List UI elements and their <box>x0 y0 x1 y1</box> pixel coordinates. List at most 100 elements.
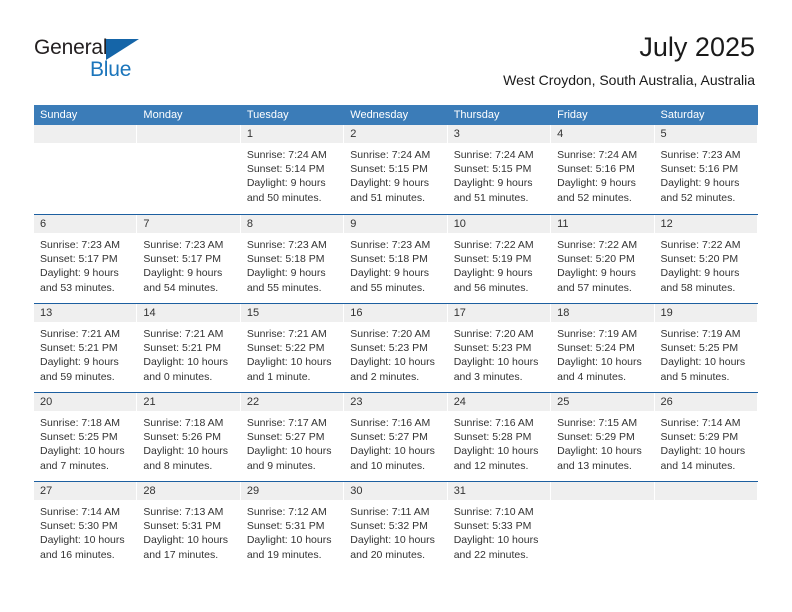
sunrise-text: Sunrise: 7:22 AM <box>453 239 534 251</box>
weekday-header-monday: Monday <box>143 109 183 121</box>
calendar-day-cell[interactable]: 6 Sunrise: 7:23 AM Sunset: 5:17 PM Daylight… <box>34 215 138 303</box>
calendar-day-cell[interactable]: 28 Sunrise: 7:13 AM Sunset: 5:31 PM Dayligh… <box>137 482 241 570</box>
daylight-text: Daylight: 10 hours and 10 minutes. <box>350 445 435 472</box>
calendar-day-cell[interactable]: 25 Sunrise: 7:15 AM Sunset: 5:29 PM Dayligh… <box>551 393 655 481</box>
daylight-text: Daylight: 9 hours and 52 minutes. <box>660 177 740 204</box>
day-number-band <box>137 125 241 143</box>
calendar-day-cell[interactable]: 1 Sunrise: 7:24 AM Sunset: 5:14 PM Daylight… <box>240 125 345 214</box>
day-number: 19 <box>660 307 673 319</box>
calendar-day-cell[interactable]: 26 Sunrise: 7:14 AM Sunset: 5:29 PM Dayligh… <box>654 393 758 481</box>
sunset-text: Sunset: 5:17 PM <box>143 253 222 266</box>
sunrise-text: Sunrise: 7:23 AM <box>40 239 120 251</box>
day-number: 2 <box>350 128 357 140</box>
daylight-text: Daylight: 10 hours and 2 minutes. <box>350 356 435 383</box>
calendar-day-cell[interactable]: 9 Sunrise: 7:23 AM Sunset: 5:18 PM Daylight… <box>344 215 448 303</box>
weekday-header-row: Sunday Monday Tuesday Wednesday Thursday Frid… <box>34 105 758 125</box>
calendar-day-cell[interactable]: 14 Sunrise: 7:21 AM Sunset: 5:21 PM Dayligh… <box>137 304 241 392</box>
calendar-day-cell[interactable]: 16 Sunrise: 7:20 AM Sunset: 5:23 PM Dayligh… <box>344 304 448 392</box>
calendar-day-cell[interactable]: 27 Sunrise: 7:14 AM Sunset: 5:30 PM Dayligh… <box>34 482 138 570</box>
day-number: 5 <box>660 128 667 140</box>
day-number-band: 8 <box>240 215 345 233</box>
calendar-day-cell-empty <box>34 125 138 214</box>
day-number-band: 11 <box>551 215 655 233</box>
day-number-band: 15 <box>240 304 345 322</box>
day-number: 22 <box>246 396 260 408</box>
day-details: Sunrise: 7:19 AM Sunset: 5:24 PM Daylight:… <box>551 322 654 384</box>
calendar-day-cell[interactable]: 3 Sunrise: 7:24 AM Sunset: 5:15 PM Daylight… <box>447 125 552 214</box>
sunset-text: Sunset: 5:20 PM <box>557 253 635 266</box>
day-number: 7 <box>143 218 150 230</box>
weekday-header-tuesday: Tuesday <box>246 109 289 121</box>
calendar-day-cell[interactable]: 17 Sunrise: 7:20 AM Sunset: 5:23 PM Dayligh… <box>447 304 552 392</box>
sunset-text: Sunset: 5:29 PM <box>660 431 739 444</box>
day-number-band: 25 <box>551 393 655 411</box>
calendar-day-cell[interactable]: 8 Sunrise: 7:23 AM Sunset: 5:18 PM Daylight… <box>240 215 345 303</box>
day-number-band <box>654 482 758 500</box>
sunset-text: Sunset: 5:23 PM <box>350 342 428 355</box>
calendar-day-cell[interactable]: 19 Sunrise: 7:19 AM Sunset: 5:25 PM Dayligh… <box>654 304 758 392</box>
day-details: Sunrise: 7:20 AM Sunset: 5:23 PM Daylight:… <box>344 322 447 384</box>
weekday-header-saturday: Saturday <box>660 109 705 121</box>
calendar-day-cell[interactable]: 20 Sunrise: 7:18 AM Sunset: 5:25 PM Dayligh… <box>34 393 138 481</box>
day-number-band: 10 <box>447 215 552 233</box>
calendar-day-cell[interactable]: 22 Sunrise: 7:17 AM Sunset: 5:27 PM Dayligh… <box>240 393 345 481</box>
page-title: July 2025 <box>639 32 755 62</box>
calendar-day-cell[interactable]: 11 Sunrise: 7:22 AM Sunset: 5:20 PM Dayligh… <box>551 215 655 303</box>
weekday-header-sunday: Sunday <box>40 109 78 121</box>
calendar-day-cell[interactable]: 13 Sunrise: 7:21 AM Sunset: 5:21 PM Dayligh… <box>34 304 138 392</box>
calendar-day-cell[interactable]: 7 Sunrise: 7:23 AM Sunset: 5:17 PM Daylight… <box>137 215 241 303</box>
day-number-band: 12 <box>654 215 758 233</box>
day-details: Sunrise: 7:11 AM Sunset: 5:32 PM Daylight:… <box>344 500 447 562</box>
day-number-band: 23 <box>344 393 448 411</box>
calendar-day-cell[interactable]: 5 Sunrise: 7:23 AM Sunset: 5:16 PM Daylight… <box>654 125 758 214</box>
calendar-day-cell[interactable]: 23 Sunrise: 7:16 AM Sunset: 5:27 PM Dayligh… <box>344 393 448 481</box>
daylight-text: Daylight: 9 hours and 55 minutes. <box>246 267 326 294</box>
daylight-text: Daylight: 10 hours and 12 minutes. <box>453 445 539 472</box>
daylight-text: Daylight: 10 hours and 1 minute. <box>246 356 332 383</box>
calendar-day-cell[interactable]: 10 Sunrise: 7:22 AM Sunset: 5:19 PM Dayligh… <box>447 215 552 303</box>
daylight-text: Daylight: 10 hours and 13 minutes. <box>557 445 642 472</box>
calendar-day-cell[interactable]: 24 Sunrise: 7:16 AM Sunset: 5:28 PM Dayligh… <box>447 393 552 481</box>
sunset-text: Sunset: 5:21 PM <box>143 342 222 355</box>
day-number: 11 <box>557 218 569 230</box>
daylight-text: Daylight: 10 hours and 4 minutes. <box>557 356 642 383</box>
day-number-band: 27 <box>34 482 138 500</box>
calendar-day-cell[interactable]: 30 Sunrise: 7:11 AM Sunset: 5:32 PM Dayligh… <box>344 482 448 570</box>
sunset-text: Sunset: 5:23 PM <box>453 342 532 355</box>
sunset-text: Sunset: 5:28 PM <box>453 431 532 444</box>
calendar-day-cell[interactable]: 29 Sunrise: 7:12 AM Sunset: 5:31 PM Dayligh… <box>240 482 345 570</box>
sunset-text: Sunset: 5:33 PM <box>453 520 532 533</box>
day-number: 9 <box>350 218 357 230</box>
day-details: Sunrise: 7:21 AM Sunset: 5:21 PM Daylight:… <box>137 322 240 384</box>
day-number: 26 <box>660 396 673 408</box>
day-details: Sunrise: 7:24 AM Sunset: 5:15 PM Daylight:… <box>344 143 447 205</box>
calendar-day-cell[interactable]: 21 Sunrise: 7:18 AM Sunset: 5:26 PM Dayligh… <box>137 393 241 481</box>
calendar-day-cell[interactable]: 15 Sunrise: 7:21 AM Sunset: 5:22 PM Dayligh… <box>240 304 345 392</box>
calendar-week-row: 27 Sunrise: 7:14 AM Sunset: 5:30 PM Dayligh… <box>34 481 758 570</box>
logo-text-blue: Blue <box>90 58 132 81</box>
general-blue-logo[interactable]: General Blue <box>34 36 164 82</box>
sunset-text: Sunset: 5:30 PM <box>40 520 118 533</box>
day-number-band: 19 <box>654 304 758 322</box>
day-details: Sunrise: 7:23 AM Sunset: 5:17 PM Daylight:… <box>137 233 240 295</box>
calendar-week-row: 1 Sunrise: 7:24 AM Sunset: 5:14 PM Daylight… <box>34 125 758 214</box>
sunrise-text: Sunrise: 7:23 AM <box>660 149 741 161</box>
weekday-header-friday: Friday <box>557 109 588 121</box>
daylight-text: Daylight: 10 hours and 0 minutes. <box>143 356 229 383</box>
calendar-day-cell[interactable]: 2 Sunrise: 7:24 AM Sunset: 5:15 PM Daylight… <box>344 125 448 214</box>
day-number-band: 1 <box>240 125 345 143</box>
day-number-band: 9 <box>344 215 448 233</box>
sunrise-text: Sunrise: 7:21 AM <box>246 328 327 340</box>
daylight-text: Daylight: 9 hours and 54 minutes. <box>143 267 223 294</box>
calendar-day-cell[interactable]: 18 Sunrise: 7:19 AM Sunset: 5:24 PM Dayligh… <box>551 304 655 392</box>
calendar-day-cell[interactable]: 4 Sunrise: 7:24 AM Sunset: 5:16 PM Daylight… <box>551 125 655 214</box>
daylight-text: Daylight: 10 hours and 8 minutes. <box>143 445 229 472</box>
sunrise-text: Sunrise: 7:21 AM <box>40 328 120 340</box>
sunset-text: Sunset: 5:20 PM <box>660 253 739 266</box>
logo-triangle-icon <box>106 39 139 60</box>
day-details: Sunrise: 7:22 AM Sunset: 5:20 PM Daylight:… <box>551 233 654 295</box>
calendar-day-cell[interactable]: 31 Sunrise: 7:10 AM Sunset: 5:33 PM Dayligh… <box>447 482 552 570</box>
calendar-day-cell[interactable]: 12 Sunrise: 7:22 AM Sunset: 5:20 PM Dayligh… <box>654 215 758 303</box>
day-details: Sunrise: 7:18 AM Sunset: 5:26 PM Daylight:… <box>137 411 240 473</box>
day-number-band: 21 <box>137 393 241 411</box>
